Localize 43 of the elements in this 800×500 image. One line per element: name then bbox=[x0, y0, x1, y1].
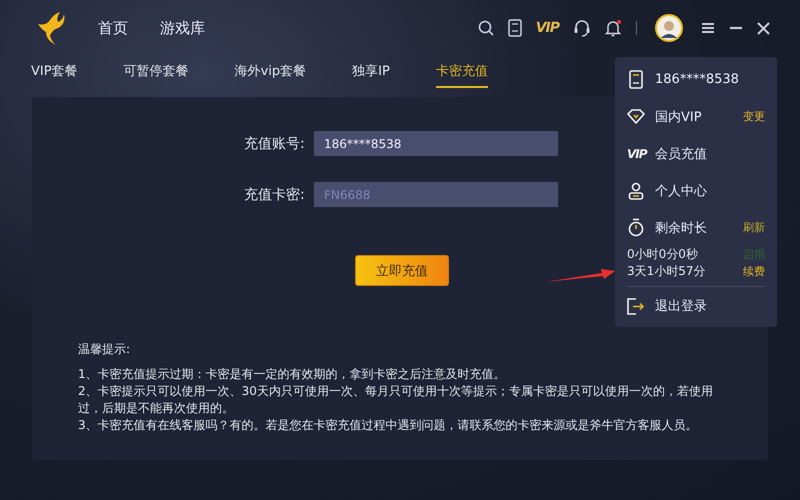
tab[interactable]: 独享IP bbox=[352, 56, 390, 88]
stopwatch-icon bbox=[627, 218, 645, 237]
phone-icon bbox=[627, 70, 645, 89]
logo-icon bbox=[36, 10, 66, 46]
phone-icon[interactable] bbox=[508, 19, 522, 37]
diamond-icon bbox=[627, 109, 645, 124]
vip-icon: VIP bbox=[627, 146, 645, 160]
recharge-button[interactable]: 立即充值 bbox=[355, 255, 449, 286]
time-text: 0小时0分0秒 bbox=[627, 246, 698, 263]
close-icon[interactable] bbox=[757, 22, 770, 34]
menu-action-link[interactable]: 刷新 bbox=[743, 220, 765, 235]
minimize-icon[interactable] bbox=[729, 26, 743, 30]
menu-item[interactable]: 186****8538 bbox=[655, 72, 765, 87]
menu-action-link[interactable]: 变更 bbox=[743, 109, 765, 124]
account-label: 充值账号: bbox=[244, 134, 306, 152]
menu-item[interactable]: 会员充值 bbox=[655, 144, 765, 162]
account-field[interactable]: 186****8538 bbox=[314, 131, 558, 156]
menu-item[interactable]: 国内VIP bbox=[655, 108, 743, 126]
time-action-link[interactable]: 续费 bbox=[743, 264, 765, 279]
headset-icon[interactable] bbox=[573, 19, 591, 37]
search-icon[interactable] bbox=[478, 20, 494, 36]
card-code-field[interactable]: FN6688 bbox=[314, 182, 558, 207]
nav-link[interactable]: 游戏库 bbox=[160, 18, 205, 38]
notes-line: 3、卡密充值有在线客服吗？有的。若是您在卡密充值过程中遇到问题，请联系您的卡密来源或是斧牛官方客服人员。 bbox=[78, 417, 699, 434]
logout-icon bbox=[627, 298, 645, 314]
menu-item[interactable]: 个人中心 bbox=[655, 182, 765, 200]
nav-link[interactable]: 首页 bbox=[98, 18, 128, 38]
tab[interactable]: 海外vip套餐 bbox=[234, 56, 306, 88]
tab[interactable]: VIP套餐 bbox=[31, 56, 78, 88]
menu-item[interactable]: 退出登录 bbox=[655, 297, 765, 315]
menu-item[interactable]: 剩余时长 bbox=[655, 218, 743, 236]
tab[interactable]: 可暂停套餐 bbox=[124, 56, 189, 88]
person-icon bbox=[627, 182, 645, 200]
menu-icon[interactable] bbox=[701, 22, 715, 34]
notes-title: 温馨提示: bbox=[78, 341, 130, 358]
notes-line: 1、卡密充值提示过期：卡密是有一定的有效期的，拿到卡密之后注意及时充值。 bbox=[78, 366, 507, 383]
tab[interactable]: 卡密充值 bbox=[436, 56, 488, 88]
notes-line: 2、卡密提示只可以使用一次、30天内只可使用一次、每月只可使用十次等提示；专属卡密是只可以使用一次的，若使用过，后期是不能再次使用的。 bbox=[78, 383, 714, 417]
card-code-label: 充值卡密: bbox=[244, 186, 306, 204]
time-text: 3天1小时57分 bbox=[627, 263, 706, 280]
vip-icon[interactable]: VIP bbox=[536, 20, 559, 36]
avatar-icon[interactable] bbox=[655, 14, 683, 42]
bell-icon[interactable] bbox=[605, 19, 622, 37]
